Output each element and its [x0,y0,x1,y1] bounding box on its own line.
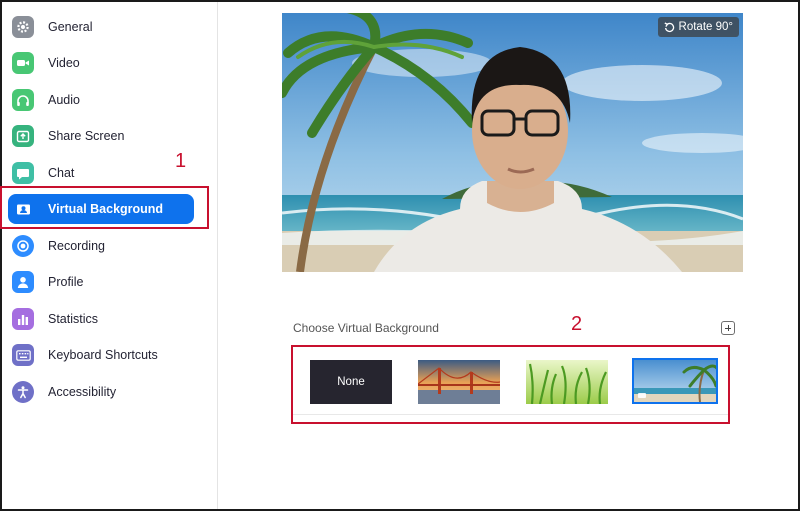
annotation-box-2 [291,345,730,424]
sidebar-item-profile[interactable]: Profile [8,267,194,297]
sidebar-item-label: Accessibility [48,385,117,399]
sidebar-item-label: Statistics [48,312,99,326]
sidebar-item-label: Share Screen [48,129,125,143]
sidebar-item-audio[interactable]: Audio [8,85,194,115]
rotate-icon [664,21,675,33]
share-screen-icon [12,125,34,147]
plus-square-icon[interactable] [721,321,735,335]
beach-background-image [282,13,743,272]
rotate-button[interactable]: Rotate 90° [657,17,739,37]
sidebar-item-accessibility[interactable]: Accessibility [8,377,194,407]
user-icon [12,271,34,293]
keyboard-icon [12,344,34,366]
annotation-number-1: 1 [175,150,187,172]
record-icon [12,235,34,257]
rotate-label: Rotate 90° [678,21,733,33]
sidebar-item-label: Keyboard Shortcuts [48,348,158,362]
sidebar-item-video[interactable]: Video [8,48,194,78]
sidebar-item-keyboard-shortcuts[interactable]: Keyboard Shortcuts [8,340,194,370]
annotation-number-2: 2 [571,313,583,335]
headphones-icon [12,89,34,111]
sidebar-item-statistics[interactable]: Statistics [8,304,194,334]
gear-icon [12,16,34,38]
sidebar-item-recording[interactable]: Recording [8,231,194,261]
bar-chart-icon [12,308,34,330]
sidebar-item-label: Recording [48,239,105,253]
sidebar-item-label: Chat [48,166,75,180]
sidebar-item-label: Video [48,56,80,70]
video-camera-icon [12,52,34,74]
video-preview: Rotate 90° [282,13,743,272]
sidebar-item-chat[interactable]: Chat [8,158,194,188]
sidebar-item-general[interactable]: General [8,12,194,42]
sidebar-item-label: General [48,20,93,34]
sidebar-item-label: Audio [48,93,80,107]
settings-sidebar: General Video Audio Share Screen Chat Vi… [2,2,218,509]
sidebar-item-share-screen[interactable]: Share Screen [8,121,194,151]
annotation-box-1 [0,186,209,229]
choose-background-label: Choose Virtual Background [293,321,439,335]
sidebar-item-label: Profile [48,275,84,289]
accessibility-icon [12,381,34,403]
chat-bubble-icon [12,162,34,184]
